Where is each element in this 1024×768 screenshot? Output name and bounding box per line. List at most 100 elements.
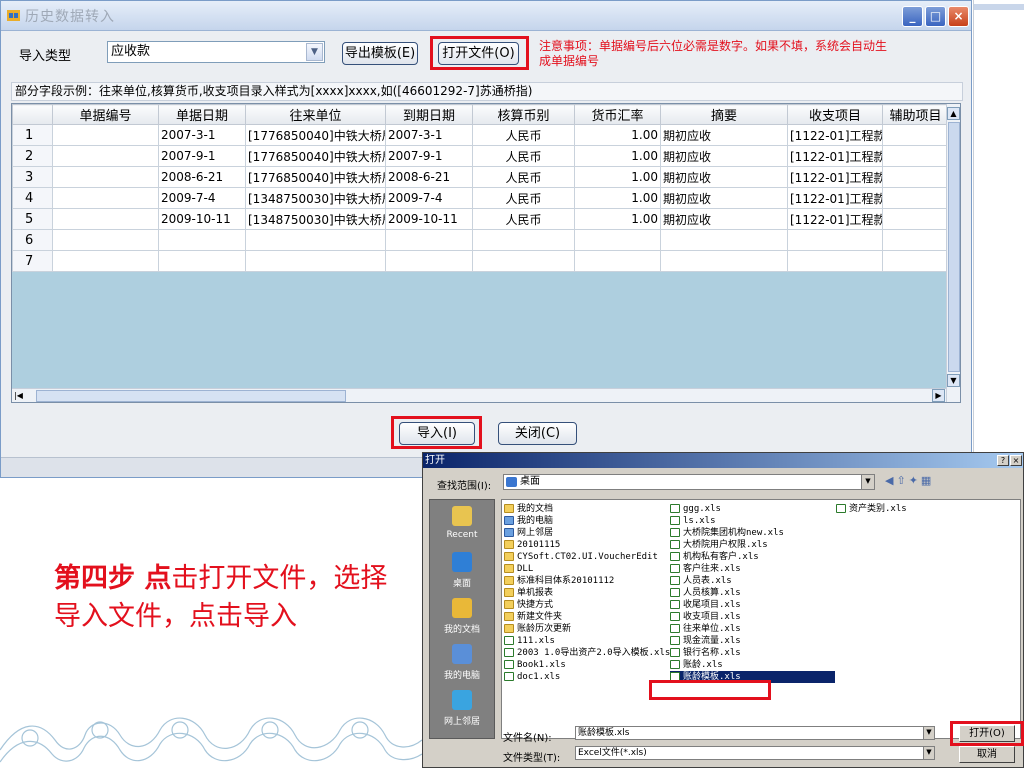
new-folder-icon[interactable]: ✦ bbox=[909, 474, 921, 487]
data-grid[interactable]: 单据编号 单据日期 往来单位 到期日期 核算币别 货币汇率 摘要 收支项目 辅助项目 1 2007… bbox=[11, 103, 961, 403]
help-button[interactable]: ? bbox=[997, 455, 1009, 466]
table-row[interactable]: 1 2007-3-1 [1776850040]中铁大桥局 2007-3-1 人民币 1.0… bbox=[12, 124, 949, 146]
table-cell[interactable]: 2009-7-4 bbox=[385, 187, 473, 209]
file-item[interactable]: 我的文档 bbox=[504, 503, 669, 515]
file-item[interactable]: 人员表.xls bbox=[670, 575, 835, 587]
scroll-right-icon[interactable]: ▶ bbox=[932, 389, 945, 402]
file-item[interactable]: 快捷方式 bbox=[504, 599, 669, 611]
file-item[interactable]: 标准科目体系20101112 bbox=[504, 575, 669, 587]
table-cell[interactable]: 2008-6-21 bbox=[385, 166, 473, 188]
table-cell[interactable] bbox=[882, 166, 949, 188]
dialog-titlebar[interactable]: 打开 ? × bbox=[423, 453, 1023, 468]
up-folder-icon[interactable]: ⇧ bbox=[896, 474, 908, 487]
file-item[interactable]: Book1.xls bbox=[504, 659, 669, 671]
back-icon[interactable]: ◀ bbox=[885, 474, 896, 487]
vertical-scrollbar[interactable]: ▲ ▼ bbox=[946, 104, 960, 402]
file-item[interactable]: doc1.xls bbox=[504, 671, 669, 683]
dialog-close-button[interactable]: × bbox=[1010, 455, 1022, 466]
table-cell[interactable] bbox=[52, 145, 159, 167]
file-item[interactable]: 大桥院用户权限.xls bbox=[670, 539, 835, 551]
table-cell[interactable] bbox=[882, 208, 949, 230]
file-item[interactable]: DLL bbox=[504, 563, 669, 575]
maximize-button[interactable]: □ bbox=[925, 6, 946, 27]
table-cell[interactable] bbox=[787, 229, 883, 251]
table-cell[interactable] bbox=[882, 145, 949, 167]
data-table[interactable]: 单据编号 单据日期 往来单位 到期日期 核算币别 货币汇率 摘要 收支项目 辅助项目 1 2007… bbox=[12, 104, 949, 272]
table-cell[interactable] bbox=[882, 229, 949, 251]
table-cell[interactable]: [1776850040]中铁大桥局 bbox=[245, 145, 386, 167]
column-header[interactable]: 单据编号 bbox=[52, 104, 159, 125]
table-row[interactable]: 4 2009-7-4 [1348750030]中铁大桥局 2009-7-4 人民币 1.0… bbox=[12, 187, 949, 209]
export-template-button[interactable]: 导出模板(E) bbox=[342, 42, 418, 65]
close-button[interactable]: 关闭(C) bbox=[498, 422, 577, 445]
column-header[interactable]: 核算币别 bbox=[472, 104, 575, 125]
column-header[interactable]: 收支项目 bbox=[787, 104, 883, 125]
minimize-button[interactable]: _ bbox=[902, 6, 923, 27]
table-cell[interactable]: 2007-3-1 bbox=[385, 124, 473, 146]
scroll-left-icon[interactable]: |◀ bbox=[14, 389, 36, 402]
file-item[interactable]: ls.xls bbox=[670, 515, 835, 527]
table-cell[interactable] bbox=[245, 250, 386, 272]
table-cell[interactable] bbox=[882, 187, 949, 209]
dialog-open-button[interactable]: 打开(O) bbox=[959, 725, 1015, 742]
file-item[interactable]: ggg.xls bbox=[670, 503, 835, 515]
table-cell[interactable]: [1122-01]工程款 bbox=[787, 187, 883, 209]
table-cell[interactable]: 人民币 bbox=[472, 166, 575, 188]
row-number-cell[interactable]: 2 bbox=[12, 145, 53, 167]
table-cell[interactable] bbox=[882, 250, 949, 272]
table-cell[interactable]: [1122-01]工程款 bbox=[787, 124, 883, 146]
table-cell[interactable]: 人民币 bbox=[472, 124, 575, 146]
table-cell[interactable] bbox=[574, 229, 661, 251]
table-cell[interactable] bbox=[245, 229, 386, 251]
vertical-scroll-thumb[interactable] bbox=[948, 122, 960, 372]
table-cell[interactable] bbox=[158, 250, 246, 272]
row-number-cell[interactable]: 3 bbox=[12, 166, 53, 188]
table-cell[interactable]: 2007-9-1 bbox=[158, 145, 246, 167]
scroll-up-icon[interactable]: ▲ bbox=[947, 107, 960, 120]
table-cell[interactable]: 期初应收 bbox=[660, 187, 788, 209]
file-item[interactable]: 20101115 bbox=[504, 539, 669, 551]
place-item[interactable]: 网上邻居 bbox=[430, 688, 494, 732]
place-item[interactable]: 我的电脑 bbox=[430, 642, 494, 686]
table-row[interactable]: 2 2007-9-1 [1776850040]中铁大桥局 2007-9-1 人民币 1.0… bbox=[12, 145, 949, 167]
table-cell[interactable]: 2007-9-1 bbox=[385, 145, 473, 167]
table-row[interactable]: 5 2009-10-11 [1348750030]中铁大桥局 2009-10-11 人民… bbox=[12, 208, 949, 230]
table-row[interactable]: 3 2008-6-21 [1776850040]中铁大桥局 2008-6-21 人民币 1… bbox=[12, 166, 949, 188]
table-cell[interactable] bbox=[52, 229, 159, 251]
file-item[interactable]: 新建文件夹 bbox=[504, 611, 669, 623]
file-item[interactable]: 机构私有客户.xls bbox=[670, 551, 835, 563]
table-cell[interactable]: 期初应收 bbox=[660, 166, 788, 188]
view-menu-icon[interactable]: ▦ bbox=[921, 474, 934, 487]
table-cell[interactable]: 1.00 bbox=[574, 208, 661, 230]
file-item[interactable]: 111.xls bbox=[504, 635, 669, 647]
file-item[interactable]: 收尾项目.xls bbox=[670, 599, 835, 611]
row-number-cell[interactable]: 6 bbox=[12, 229, 53, 251]
file-name-input[interactable]: 账龄模板.xls ▼ bbox=[575, 726, 935, 740]
table-cell[interactable]: [1122-01]工程款 bbox=[787, 145, 883, 167]
table-cell[interactable]: 2009-10-11 bbox=[158, 208, 246, 230]
file-list[interactable]: 我的文档 我的电脑 网上邻居 20101115 CYSoft.CT02.UI.Vouch… bbox=[501, 499, 1021, 739]
table-cell[interactable]: 人民币 bbox=[472, 187, 575, 209]
table-cell[interactable] bbox=[574, 250, 661, 272]
table-cell[interactable]: 期初应收 bbox=[660, 208, 788, 230]
file-item[interactable]: 现金流量.xls bbox=[670, 635, 835, 647]
table-cell[interactable]: 1.00 bbox=[574, 124, 661, 146]
table-cell[interactable]: [1776850040]中铁大桥局 bbox=[245, 166, 386, 188]
look-in-select[interactable]: 桌面 ▼ bbox=[503, 474, 875, 490]
column-header[interactable]: 货币汇率 bbox=[574, 104, 661, 125]
row-number-cell[interactable]: 1 bbox=[12, 124, 53, 146]
table-cell[interactable]: 人民币 bbox=[472, 145, 575, 167]
table-cell[interactable] bbox=[52, 250, 159, 272]
place-item[interactable]: 我的文档 bbox=[430, 596, 494, 640]
table-cell[interactable]: 2007-3-1 bbox=[158, 124, 246, 146]
file-item[interactable]: 资产类别.xls bbox=[836, 503, 986, 515]
file-item[interactable]: 大桥院集团机构new.xls bbox=[670, 527, 835, 539]
dialog-toolbar[interactable]: ◀⇧✦▦ bbox=[885, 474, 965, 490]
file-item[interactable]: 2003 1.0导出资产2.0导入模板.xls bbox=[504, 647, 670, 659]
table-cell[interactable] bbox=[52, 208, 159, 230]
table-row[interactable]: 7 bbox=[12, 250, 949, 272]
file-item[interactable]: 单机报表 bbox=[504, 587, 669, 599]
import-type-select[interactable]: 应收款 ▼ bbox=[107, 41, 325, 63]
file-item[interactable]: 账龄历次更新 bbox=[504, 623, 669, 635]
dialog-cancel-button[interactable]: 取消 bbox=[959, 746, 1015, 763]
